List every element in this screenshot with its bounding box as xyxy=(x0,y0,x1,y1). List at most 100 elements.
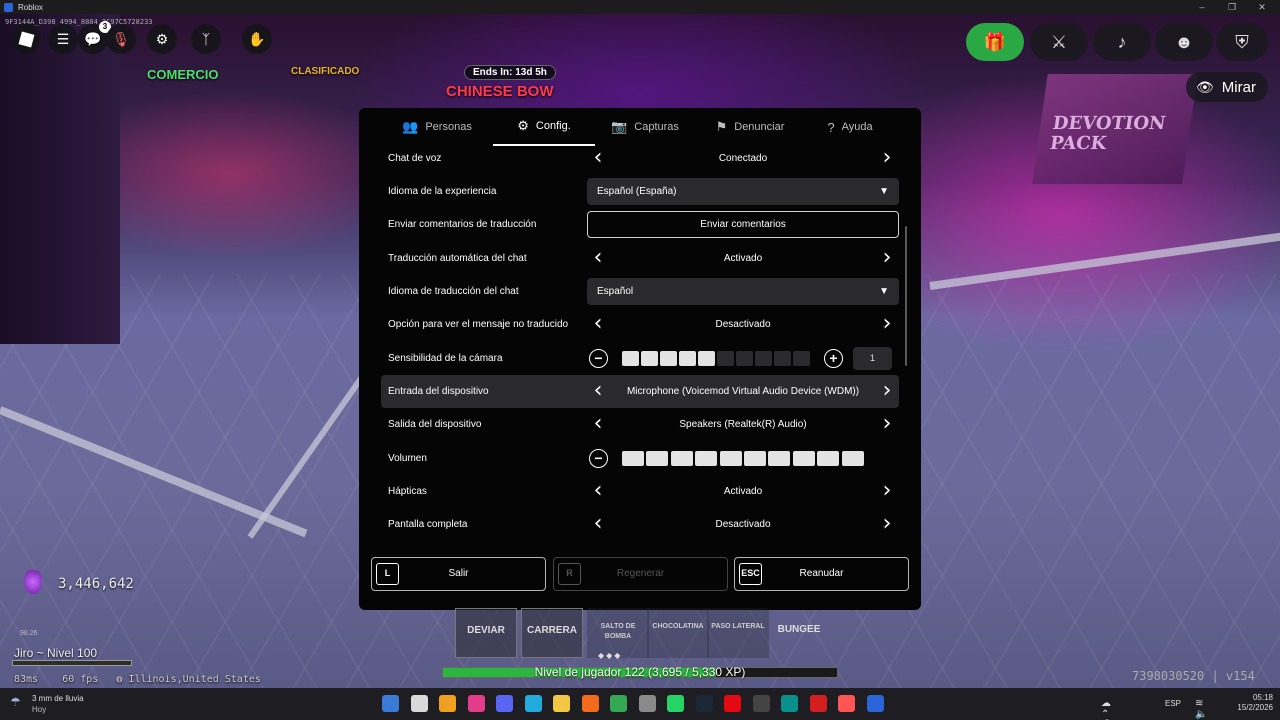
chevron-left-icon[interactable]: ‹ xyxy=(588,413,608,435)
volume-segment[interactable] xyxy=(744,451,766,466)
settings-scrollbar[interactable] xyxy=(905,226,907,366)
taskbar-app-icon[interactable] xyxy=(553,695,570,712)
chevron-right-icon[interactable]: › xyxy=(877,480,897,502)
character-button[interactable]: ☻ xyxy=(1155,23,1213,61)
volume-segment[interactable] xyxy=(841,451,864,466)
sensitivity-segment[interactable] xyxy=(717,351,734,366)
shield-button[interactable]: ⛨ xyxy=(1216,23,1268,61)
taskbar-app-icon[interactable] xyxy=(752,695,770,712)
chevron-right-icon[interactable]: › xyxy=(877,313,897,335)
resume-button[interactable]: Reanudar ESC xyxy=(734,557,909,591)
chevron-right-icon[interactable]: › xyxy=(877,147,897,169)
taskbar-app-icon[interactable] xyxy=(382,695,399,712)
volume-segment[interactable] xyxy=(768,451,791,466)
minimize-button[interactable]: – xyxy=(1188,0,1216,14)
chevron-left-icon[interactable]: ‹ xyxy=(588,147,608,169)
setting-label: Pantalla completa xyxy=(388,519,468,530)
taskbar-app-icon[interactable] xyxy=(439,695,456,712)
ability-chocolatina[interactable]: CHOCOLATINA xyxy=(647,608,709,658)
tab-personas[interactable]: 👥 Personas xyxy=(381,108,493,146)
plus-icon[interactable]: + xyxy=(824,349,843,368)
tray-icons[interactable]: ☁ ⌃ 🎙 xyxy=(1101,698,1114,720)
taskbar-app-icon[interactable] xyxy=(610,695,627,712)
sensitivity-segment[interactable] xyxy=(736,351,753,366)
leaderboard-label: CLASIFICADO xyxy=(291,66,360,77)
experience-language-dropdown[interactable]: Español (España) ▼ xyxy=(587,178,899,205)
taskbar-app-icon[interactable] xyxy=(838,695,855,712)
hamburger-menu-button[interactable]: ☰ xyxy=(48,24,78,54)
volume-segment[interactable] xyxy=(792,451,815,466)
send-feedback-button[interactable]: Enviar comentarios xyxy=(587,211,899,238)
backpack-button[interactable]: ✋ xyxy=(242,24,272,54)
taskbar-app-icon[interactable] xyxy=(496,695,513,712)
ability-deviar[interactable]: DEVIAR xyxy=(455,608,517,658)
volume-segment[interactable] xyxy=(695,451,718,466)
clock[interactable]: 05:18 15/2/2026 xyxy=(1233,693,1273,713)
chat-button[interactable]: 💬 3 xyxy=(78,21,111,54)
gift-button[interactable]: 🎁 xyxy=(966,23,1024,61)
mic-button[interactable]: 🎙 xyxy=(106,24,136,54)
chevron-right-icon[interactable]: › xyxy=(877,380,897,402)
mirar-button[interactable]: 👁 Mirar xyxy=(1186,72,1268,102)
reset-button[interactable]: Regenerar R xyxy=(553,557,728,591)
taskbar-app-icon[interactable] xyxy=(724,695,741,712)
coin-counter: 3,446,642 xyxy=(58,576,134,592)
chevron-right-icon[interactable]: › xyxy=(877,513,897,535)
taskbar-app-icon[interactable] xyxy=(695,695,713,712)
sensitivity-segment[interactable] xyxy=(622,351,639,366)
setting-output-device: Salida del dispositivo ‹ Speakers (Realt… xyxy=(381,408,899,441)
emote-button[interactable]: ᛉ xyxy=(191,24,221,54)
taskbar-app-icon[interactable] xyxy=(467,695,485,712)
tab-ayuda[interactable]: ? Ayuda xyxy=(805,108,895,146)
taskbar-app-icon[interactable] xyxy=(581,695,599,712)
taskbar-app-icon[interactable] xyxy=(809,695,827,712)
sensitivity-segment[interactable] xyxy=(793,351,810,366)
chevron-right-icon[interactable]: › xyxy=(877,247,897,269)
chevron-left-icon[interactable]: ‹ xyxy=(588,513,608,535)
volume-segment[interactable] xyxy=(817,451,840,466)
sensitivity-segment[interactable] xyxy=(660,351,677,366)
wifi-volume-icon[interactable]: ≋ 🔈 ▭ xyxy=(1195,698,1207,720)
sensitivity-segment[interactable] xyxy=(774,351,791,366)
settings-list[interactable]: Chat de voz ‹ Conectado › Idioma de la e… xyxy=(381,146,901,551)
chevron-left-icon[interactable]: ‹ xyxy=(588,380,608,402)
dropdown-value: Español (España) xyxy=(597,186,677,197)
sensitivity-segment[interactable] xyxy=(755,351,772,366)
sword-button[interactable]: ⚔ xyxy=(1030,23,1088,61)
settings-button[interactable]: ⚙ xyxy=(147,24,177,54)
taskbar-app-icon[interactable] xyxy=(667,695,684,712)
gear-icon: ⚙ xyxy=(155,30,169,47)
chevron-left-icon[interactable]: ‹ xyxy=(588,247,608,269)
taskbar-app-icon[interactable] xyxy=(781,695,798,712)
ability-carrera[interactable]: CARRERA xyxy=(521,608,583,658)
volume-segment[interactable] xyxy=(622,451,644,466)
volume-segment[interactable] xyxy=(646,451,669,466)
chevron-left-icon[interactable]: ‹ xyxy=(588,480,608,502)
chevron-right-icon[interactable]: › xyxy=(877,413,897,435)
leave-button[interactable]: Salir L xyxy=(371,557,546,591)
ability-paso-lateral[interactable]: PASO LATERAL xyxy=(707,608,769,658)
close-button[interactable]: ✕ xyxy=(1248,0,1276,14)
tab-denunciar[interactable]: ⚑ Denunciar xyxy=(695,108,805,146)
sensitivity-segment[interactable] xyxy=(698,351,715,366)
taskbar-app-icon[interactable] xyxy=(866,695,884,712)
minus-icon[interactable]: − xyxy=(589,449,608,468)
maximize-button[interactable]: ❐ xyxy=(1218,0,1246,14)
chat-translation-language-dropdown[interactable]: Español ▼ xyxy=(587,278,899,305)
chevron-left-icon[interactable]: ‹ xyxy=(588,313,608,335)
sensitivity-segment[interactable] xyxy=(641,351,658,366)
roblox-menu-button[interactable] xyxy=(11,24,41,54)
sensitivity-segment[interactable] xyxy=(679,351,696,366)
guitar-button[interactable]: ♪ xyxy=(1093,23,1151,61)
volume-segment[interactable] xyxy=(670,451,693,466)
tab-capturas[interactable]: 📷 Capturas xyxy=(595,108,695,146)
taskbar-app-icon[interactable] xyxy=(638,695,656,712)
ability-bungee[interactable]: BUNGEE xyxy=(768,608,830,658)
volume-segment[interactable] xyxy=(719,451,742,466)
minus-icon[interactable]: − xyxy=(589,349,608,368)
input-language[interactable]: ESP xyxy=(1165,699,1181,708)
camera-sensitivity-input[interactable]: 1 xyxy=(853,347,892,370)
tab-config[interactable]: ⚙ Config. xyxy=(493,108,595,146)
taskbar-app-icon[interactable] xyxy=(524,695,542,712)
taskbar-app-icon[interactable] xyxy=(410,695,428,712)
